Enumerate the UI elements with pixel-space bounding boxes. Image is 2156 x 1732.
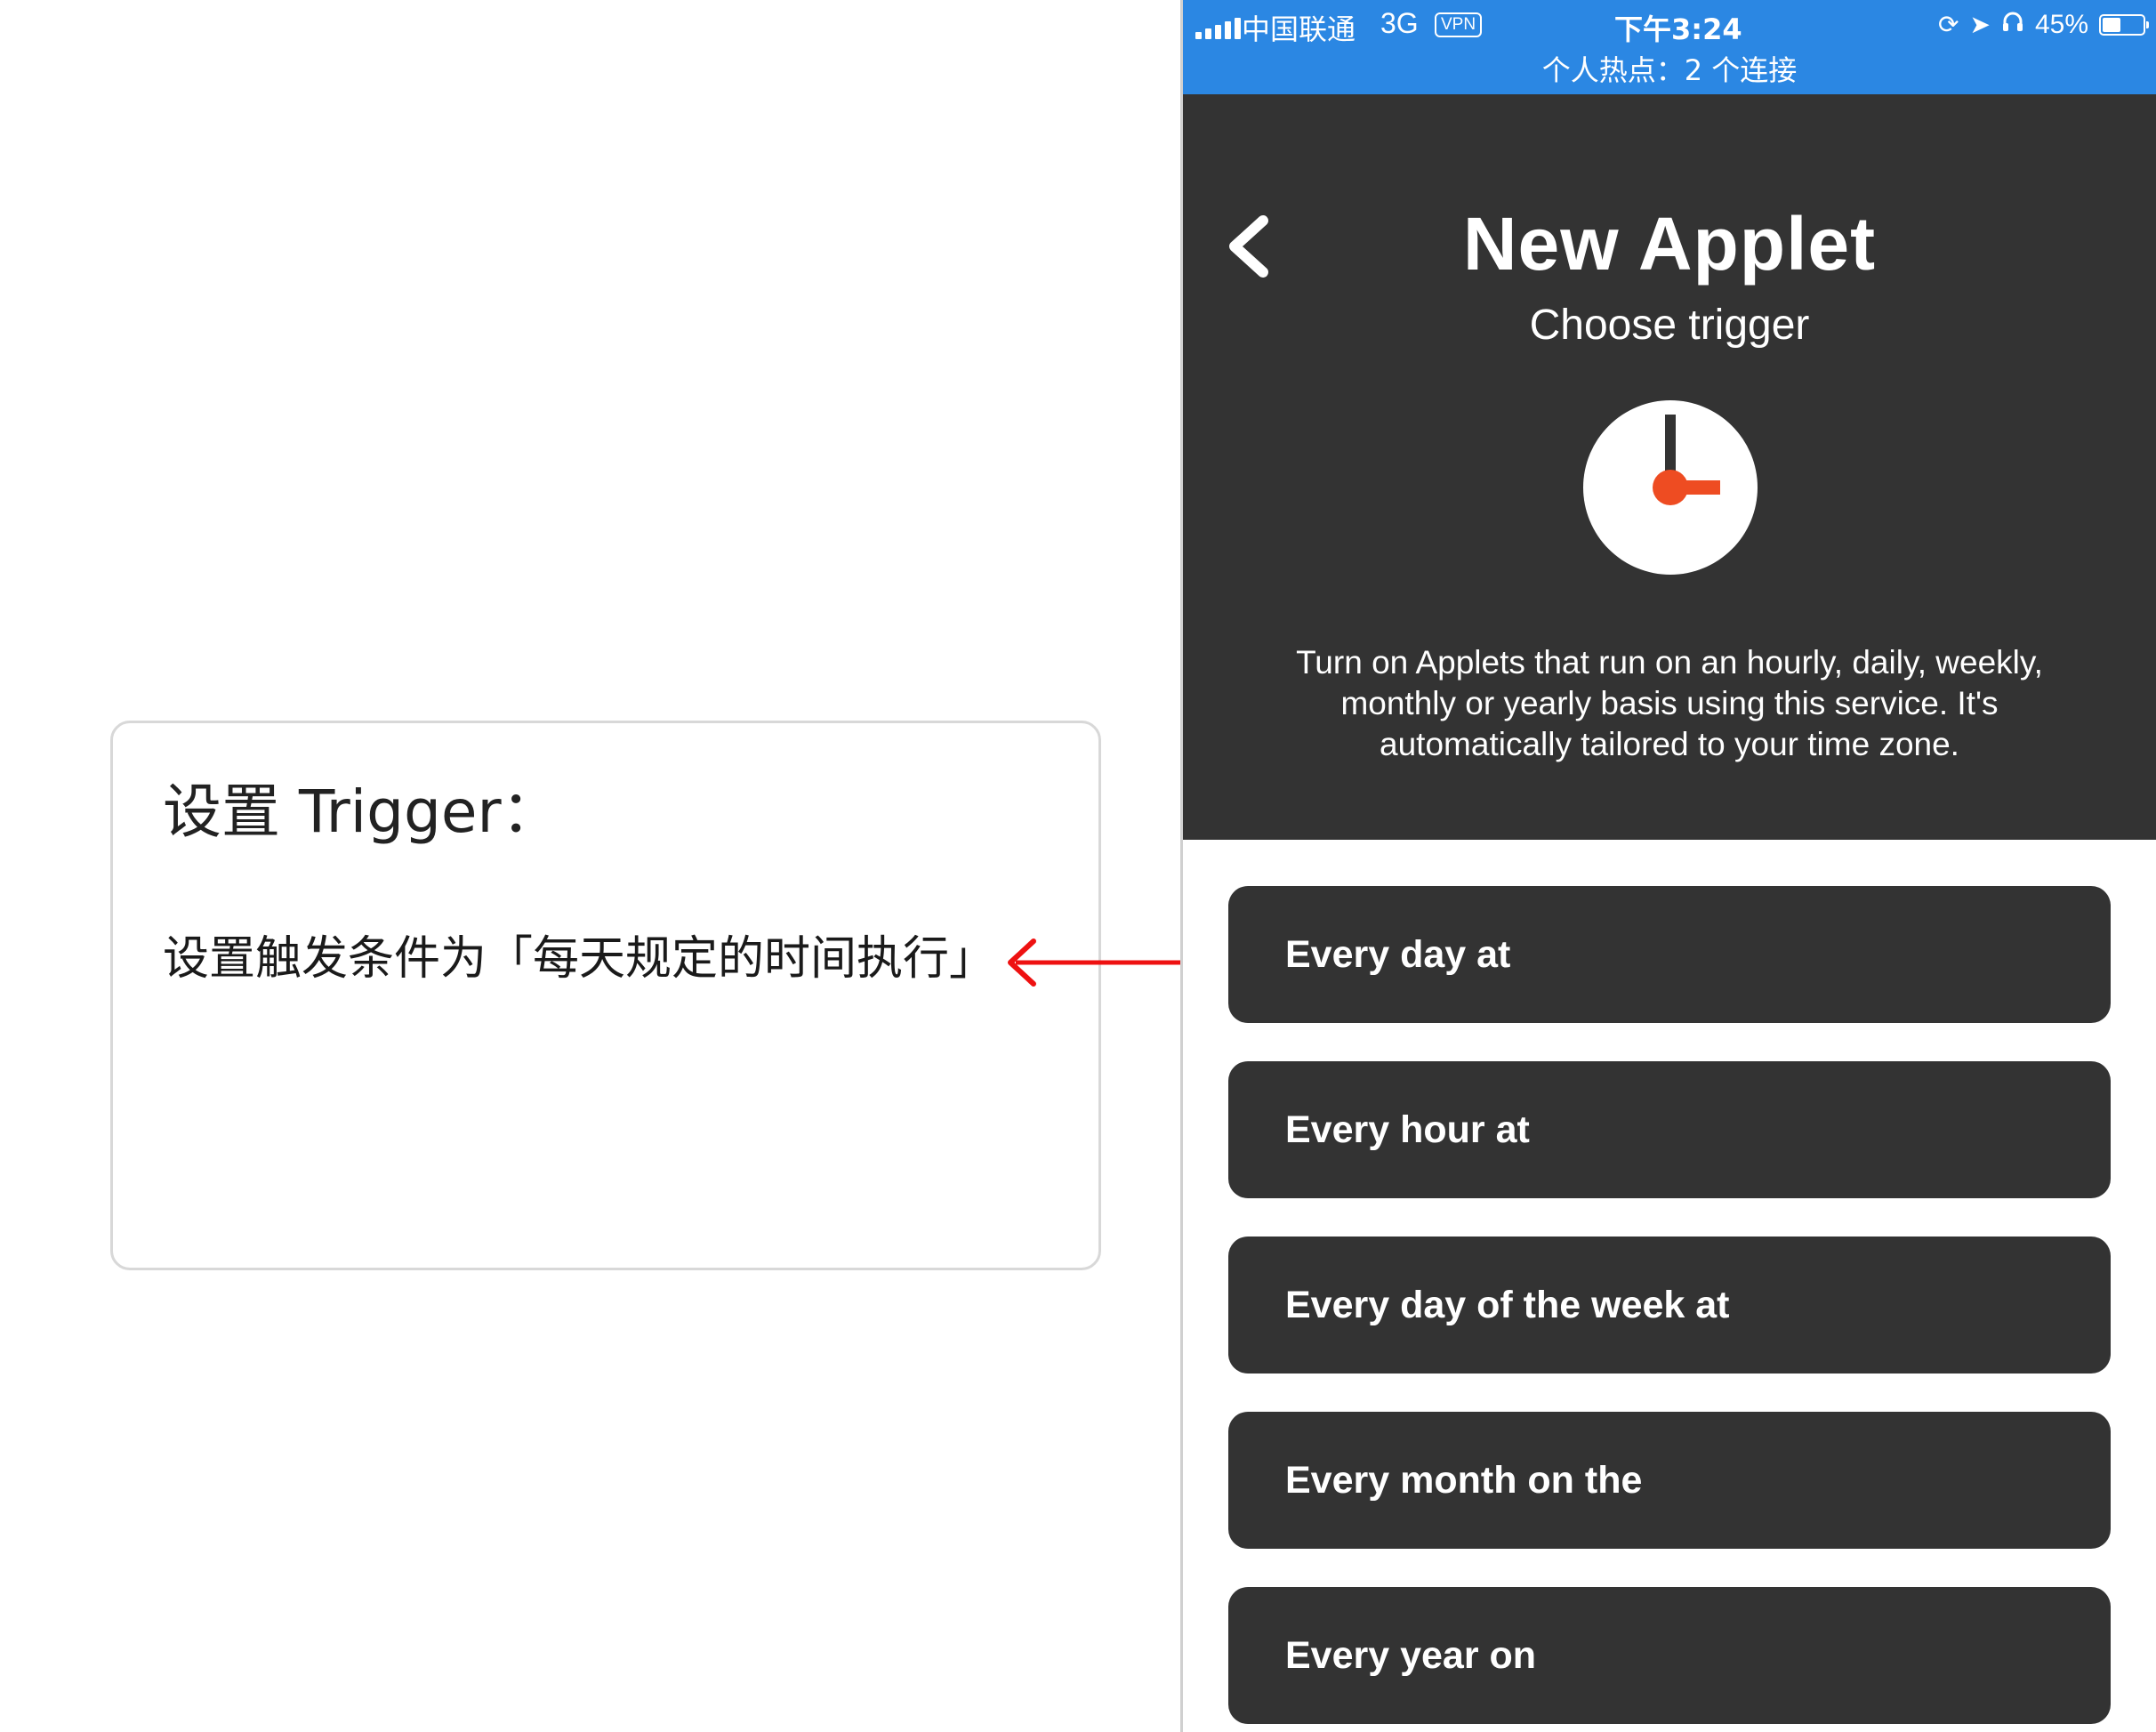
page-title: New Applet (1462, 202, 1877, 286)
trigger-option-every-hour[interactable]: Every hour at (1228, 1061, 2111, 1198)
status-bar: 中国联通 3G VPN 下午3:24 ⟳ ➤ 45% 个人热点：2 个连接 (1183, 0, 2156, 94)
trigger-option-label: Every month on the (1285, 1458, 1643, 1502)
trigger-list: Every day at Every hour at Every day of … (1228, 886, 2111, 1732)
clock-icon (1583, 400, 1758, 575)
trigger-option-every-day[interactable]: Every day at (1228, 886, 2111, 1023)
page-subtitle: Choose trigger (1529, 302, 1810, 349)
status-time: 下午3:24 (1614, 12, 1742, 46)
trigger-option-label: Every day at (1285, 932, 1511, 976)
trigger-option-label: Every hour at (1285, 1108, 1530, 1151)
signal-icon (1195, 18, 1241, 39)
battery-percent: 45% (2034, 10, 2088, 39)
annotation-box: 设置 Trigger： 设置触发条件为「每天规定的时间执行」 (110, 721, 1101, 1270)
trigger-option-every-year[interactable]: Every year on (1228, 1587, 2111, 1724)
trigger-option-label: Every year on (1285, 1633, 1537, 1677)
trigger-option-every-month[interactable]: Every month on the (1228, 1412, 2111, 1549)
hotspot-banner[interactable]: 个人热点：2 个连接 (1183, 48, 2156, 89)
applet-header: New Applet Choose trigger Turn on Applet… (1183, 94, 2156, 840)
network-type: 3G (1380, 7, 1419, 39)
trigger-option-label: Every day of the week at (1285, 1283, 1730, 1326)
carrier-label: 中国联通 (1242, 12, 1356, 46)
annotation-body: 设置触发条件为「每天规定的时间执行」 (163, 932, 996, 986)
rotation-lock-icon: ⟳ (1938, 11, 1959, 38)
location-arrow-icon: ➤ (1969, 11, 1991, 38)
vpn-badge: VPN (1435, 12, 1483, 37)
headphones-icon (2001, 7, 2024, 43)
service-description: Turn on Applets that run on an hourly, d… (1296, 644, 2043, 762)
trigger-option-every-day-of-week[interactable]: Every day of the week at (1228, 1237, 2111, 1374)
annotation-title: 设置 Trigger： (163, 777, 560, 846)
phone-screen: 中国联通 3G VPN 下午3:24 ⟳ ➤ 45% 个人热点：2 个连接 Ne… (1180, 0, 2156, 1732)
battery-icon (2099, 14, 2149, 36)
